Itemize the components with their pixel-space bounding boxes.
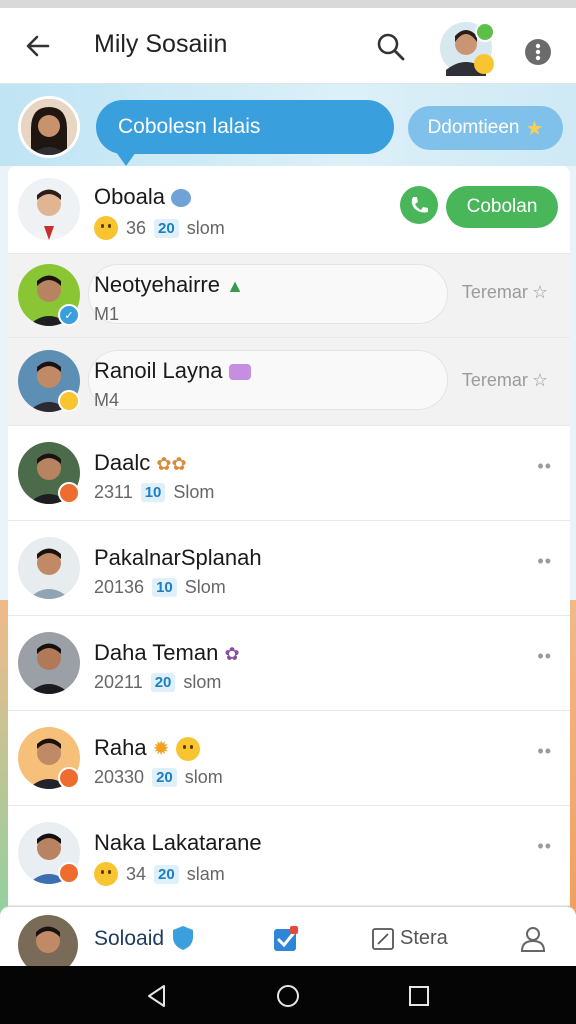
message-meta: M4 bbox=[94, 390, 120, 410]
nav-recents-icon[interactable] bbox=[406, 983, 432, 1009]
tab-checklist-icon[interactable] bbox=[272, 925, 300, 953]
donation-button[interactable]: Ddomtieen ★ bbox=[408, 106, 563, 150]
notification-badge-icon bbox=[58, 767, 80, 789]
compose-bubble-text: Cobolesn lalais bbox=[118, 115, 261, 138]
top-app-bar: Mily Sosaiin bbox=[0, 8, 576, 84]
edit-icon bbox=[372, 927, 394, 950]
search-icon[interactable] bbox=[374, 30, 408, 64]
avatar bbox=[440, 22, 495, 76]
message-meta-suffix: slom bbox=[184, 767, 223, 787]
message-meta-suffix: slom bbox=[186, 217, 225, 238]
message-meta-suffix: slam bbox=[186, 863, 225, 884]
message-meta: 20330 bbox=[94, 767, 145, 787]
sun-icon: ✹ bbox=[152, 738, 170, 760]
contact-name: Daha Teman bbox=[94, 640, 219, 665]
more-icon[interactable] bbox=[524, 38, 552, 66]
message-meta: 20211 bbox=[94, 672, 143, 692]
contact-name: Daalc bbox=[94, 450, 151, 475]
list-item[interactable]: Oboala 36 20 slom Cobolan bbox=[8, 166, 570, 254]
cake-icon bbox=[228, 364, 251, 381]
row-more-icon[interactable]: •• bbox=[537, 551, 552, 572]
back-arrow-icon[interactable] bbox=[22, 30, 54, 62]
count-badge: 10 bbox=[152, 578, 177, 597]
list-item[interactable]: Raha ✹ 20330 20 slom •• bbox=[8, 711, 570, 806]
count-badge: 20 bbox=[154, 218, 179, 238]
row-action-label[interactable]: Teremar bbox=[462, 282, 528, 303]
tab-stera-label: Stera bbox=[400, 927, 448, 949]
contact-name: Raha bbox=[94, 735, 147, 760]
message-meta: 2311 bbox=[94, 482, 133, 502]
list-item[interactable]: Daalc ✿✿ 2311 10 Slom •• bbox=[8, 426, 570, 521]
list-item[interactable]: Daha Teman ✿ 20211 20 slom •• bbox=[8, 616, 570, 711]
message-meta: 34 bbox=[126, 863, 147, 884]
tab-self-label[interactable]: Soloaid bbox=[94, 927, 164, 951]
status-bar bbox=[0, 0, 576, 8]
profile-avatar[interactable] bbox=[440, 20, 496, 76]
list-item[interactable]: Ranoil Layna M4 Teremar ☆ bbox=[8, 338, 570, 426]
phone-icon bbox=[411, 197, 428, 213]
count-badge: 20 bbox=[154, 864, 179, 884]
smiley-icon bbox=[94, 862, 118, 886]
row-more-icon[interactable]: •• bbox=[537, 456, 552, 477]
list-item[interactable]: Naka Lakatarane 34 20 slam •• bbox=[8, 806, 570, 906]
my-avatar[interactable] bbox=[18, 96, 80, 158]
page-title: Mily Sosaiin bbox=[94, 30, 228, 58]
list-item[interactable]: ✓ Neotyehairre ▲ M1 Teremar ☆ bbox=[8, 254, 570, 338]
system-navigation-bar bbox=[0, 966, 576, 1024]
decoration-icon: ✿✿ bbox=[156, 454, 187, 474]
contact-action-button[interactable]: Cobolan bbox=[446, 186, 558, 228]
contact-name: Naka Lakatarane bbox=[94, 830, 262, 855]
avatar bbox=[21, 99, 77, 155]
tab-stera[interactable]: Stera bbox=[372, 927, 448, 950]
voice-call-button[interactable] bbox=[400, 186, 438, 224]
bottom-tab-bar: Soloaid Stera bbox=[0, 906, 576, 975]
message-meta-suffix: slom bbox=[183, 672, 222, 692]
message-meta-suffix: Slom bbox=[173, 482, 215, 502]
composer-row: Cobolesn lalais Ddomtieen ★ bbox=[0, 84, 576, 166]
smiley-icon bbox=[58, 390, 80, 412]
compose-bubble[interactable]: Cobolesn lalais bbox=[96, 100, 394, 166]
star-icon: ★ bbox=[525, 117, 544, 140]
avatar bbox=[18, 537, 80, 599]
flower-icon: ✿ bbox=[224, 644, 240, 664]
count-badge: 10 bbox=[140, 483, 166, 502]
star-outline-icon: ☆ bbox=[531, 282, 548, 302]
contact-name: Ranoil Layna bbox=[94, 358, 223, 383]
list-item[interactable]: PakalnarSplanah 20136 10 Slom •• bbox=[8, 521, 570, 616]
row-more-icon[interactable]: •• bbox=[537, 741, 552, 762]
message-meta: 20136 bbox=[94, 577, 145, 597]
notification-badge-icon bbox=[58, 862, 80, 884]
smiley-icon bbox=[175, 737, 200, 762]
contact-name: PakalnarSplanah bbox=[94, 545, 262, 570]
message-meta: M1 bbox=[94, 304, 120, 324]
avatar bbox=[18, 178, 80, 240]
nav-home-icon[interactable] bbox=[275, 983, 301, 1009]
conversation-list: Oboala 36 20 slom Cobolan ✓ Neotyehairre… bbox=[8, 166, 570, 906]
row-more-icon[interactable]: •• bbox=[537, 836, 552, 857]
smiley-icon bbox=[94, 216, 118, 240]
background-decoration-left bbox=[0, 600, 8, 920]
donation-button-label: Ddomtieen bbox=[427, 117, 520, 138]
row-more-icon[interactable]: •• bbox=[537, 646, 552, 667]
alarm-clock-icon bbox=[171, 189, 192, 208]
contact-name: Oboala bbox=[94, 184, 165, 209]
notification-badge-icon bbox=[58, 482, 80, 504]
verified-badge-icon: ✓ bbox=[58, 304, 80, 326]
count-badge: 20 bbox=[152, 768, 177, 787]
shield-icon bbox=[173, 926, 193, 950]
nav-back-icon[interactable] bbox=[144, 983, 170, 1009]
plant-icon: ▲ bbox=[226, 276, 244, 296]
contact-name: Neotyehairre bbox=[94, 272, 220, 297]
profile-tab-icon[interactable] bbox=[520, 925, 546, 953]
row-action-label[interactable]: Teremar bbox=[462, 370, 528, 391]
avatar bbox=[18, 632, 80, 694]
message-meta: 36 bbox=[126, 217, 147, 238]
message-meta-suffix: Slom bbox=[184, 577, 226, 597]
star-outline-icon: ☆ bbox=[531, 370, 548, 390]
count-badge: 20 bbox=[150, 673, 176, 692]
